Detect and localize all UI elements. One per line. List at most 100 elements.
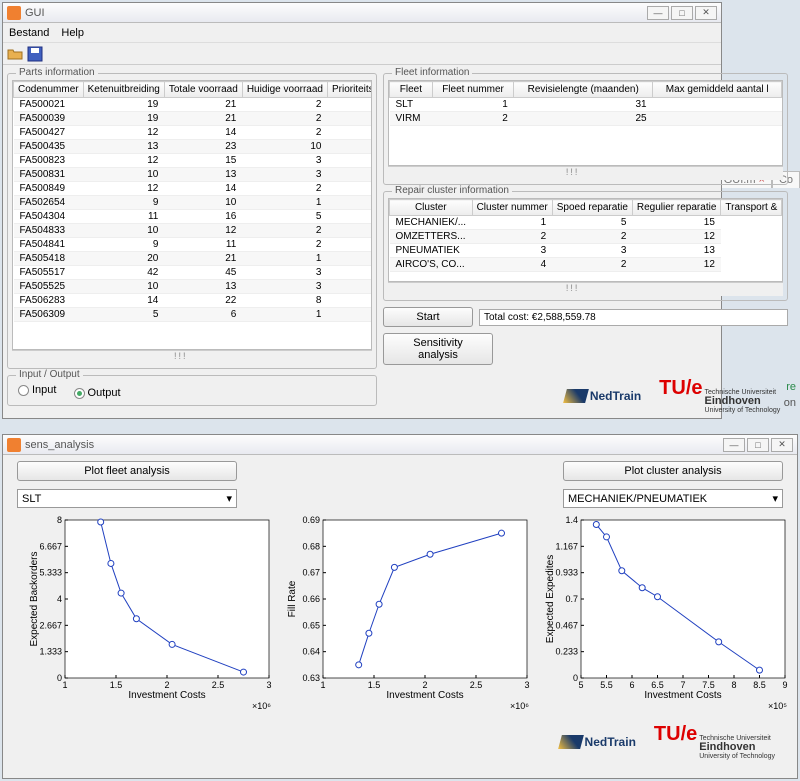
svg-text:Fill Rate: Fill Rate	[287, 580, 298, 617]
table-row[interactable]: FA5055174245326	[14, 266, 373, 280]
col-header[interactable]: Cluster	[390, 200, 473, 216]
svg-text:2: 2	[164, 680, 169, 690]
nedtrain-logo: NedTrain	[560, 735, 636, 749]
menu-help[interactable]: Help	[61, 27, 84, 39]
svg-text:2: 2	[422, 680, 427, 690]
col-header[interactable]: Ketenuitbreiding	[83, 82, 164, 98]
radio-output[interactable]: Output	[74, 387, 121, 399]
svg-text:8: 8	[731, 680, 736, 690]
close-button[interactable]: ✕	[695, 6, 717, 20]
tue-logo: TU/e Technische UniversiteitEindhovenUni…	[659, 377, 780, 414]
svg-text:5.5: 5.5	[600, 680, 613, 690]
plot-cluster-button[interactable]: Plot cluster analysis	[563, 461, 783, 481]
col-header[interactable]: Revisielengte (maanden)	[514, 82, 653, 98]
table-row[interactable]: AIRCO'S, CO...4212	[390, 258, 782, 272]
svg-text:6: 6	[629, 680, 634, 690]
start-button[interactable]: Start	[383, 307, 473, 327]
svg-text:Investment Costs: Investment Costs	[128, 690, 205, 701]
svg-text:0.467: 0.467	[555, 620, 578, 630]
table-row[interactable]: FA50265491015	[14, 196, 373, 210]
minimize-button[interactable]: —	[647, 6, 669, 20]
plot-fleet-button[interactable]: Plot fleet analysis	[17, 461, 237, 481]
table-row[interactable]: FA5043041116511	[14, 210, 373, 224]
sens-titlebar[interactable]: sens_analysis — □ ✕	[3, 435, 797, 455]
svg-text:1.5: 1.5	[368, 680, 381, 690]
table-row[interactable]: PNEUMATIEK3313	[390, 244, 782, 258]
col-header[interactable]: Totale voorraad	[164, 82, 242, 98]
close-button[interactable]: ✕	[771, 438, 793, 452]
col-header[interactable]: Spoed reparatie	[552, 200, 632, 216]
io-label: Input / Output	[16, 369, 83, 380]
fleet-dropdown[interactable]: SLT▾	[17, 489, 237, 508]
svg-text:2.5: 2.5	[470, 680, 483, 690]
cluster-dropdown[interactable]: MECHANIEK/PNEUMATIEK▾	[563, 489, 783, 508]
col-header[interactable]: Codenummer	[14, 82, 84, 98]
svg-text:6.5: 6.5	[651, 680, 664, 690]
table-row[interactable]: FA500831101338	[14, 168, 373, 182]
table-row[interactable]: MECHANIEK/...1515	[390, 216, 782, 230]
menu-bestand[interactable]: Bestand	[9, 27, 49, 39]
table-row[interactable]: SLT131	[390, 98, 782, 112]
col-header[interactable]: Prioriteitsdrempel	[327, 82, 372, 98]
total-cost-field: Total cost: €2,588,559.78	[479, 309, 788, 326]
svg-text:×10⁶: ×10⁶	[252, 701, 271, 711]
fleet-table[interactable]: FleetFleet nummerRevisielengte (maanden)…	[389, 81, 782, 126]
svg-text:1.5: 1.5	[110, 680, 123, 690]
table-row[interactable]: FA5000211921210	[14, 98, 373, 112]
svg-text:6.667: 6.667	[39, 541, 62, 551]
table-row[interactable]: FA5054182021112	[14, 252, 373, 266]
svg-text:1.333: 1.333	[39, 647, 62, 657]
maximize-button[interactable]: □	[747, 438, 769, 452]
table-row[interactable]: FA5062831422813	[14, 294, 373, 308]
col-header[interactable]: Max gemiddeld aantal l	[653, 82, 782, 98]
col-header[interactable]: Transport &	[721, 200, 782, 216]
table-row[interactable]: FA504833101226	[14, 224, 373, 238]
table-row[interactable]: FA50043513231015	[14, 140, 373, 154]
table-row[interactable]: FA5000391921210	[14, 112, 373, 126]
col-header[interactable]: Cluster nummer	[472, 200, 552, 216]
nedtrain-logo: NedTrain	[565, 389, 641, 403]
svg-text:1: 1	[320, 680, 325, 690]
save-icon[interactable]	[27, 46, 43, 62]
parts-groupbox: Parts information CodenummerKetenuitbrei…	[7, 73, 377, 369]
svg-text:2.667: 2.667	[39, 620, 62, 630]
svg-text:0.7: 0.7	[565, 594, 578, 604]
svg-text:3: 3	[266, 680, 271, 690]
maximize-button[interactable]: □	[671, 6, 693, 20]
table-row[interactable]: OMZETTERS...2212	[390, 230, 782, 244]
sensitivity-button[interactable]: Sensitivity analysis	[383, 333, 493, 365]
open-icon[interactable]	[7, 46, 23, 62]
io-groupbox: Input / Output Input Output	[7, 375, 377, 406]
svg-text:7: 7	[680, 680, 685, 690]
repair-label: Repair cluster information	[392, 185, 512, 196]
col-header[interactable]: Huidige voorraad	[242, 82, 327, 98]
table-row[interactable]: FA50484191125	[14, 238, 373, 252]
svg-text:1.4: 1.4	[565, 515, 578, 525]
col-header[interactable]: Fleet	[390, 82, 433, 98]
repair-groupbox: Repair cluster information ClusterCluste…	[383, 191, 788, 301]
col-header[interactable]: Fleet nummer	[432, 82, 514, 98]
parts-table[interactable]: CodenummerKetenuitbreidingTotale voorraa…	[13, 81, 372, 322]
table-row[interactable]: FA500849121429	[14, 182, 373, 196]
svg-text:Investment Costs: Investment Costs	[644, 690, 721, 701]
svg-text:1: 1	[62, 680, 67, 690]
chart: 00.2330.4670.70.9331.1671.455.566.577.58…	[543, 512, 793, 712]
table-row[interactable]: VIRM225	[390, 112, 782, 126]
repair-table[interactable]: ClusterCluster nummerSpoed reparatieRegu…	[389, 199, 782, 272]
radio-input[interactable]: Input	[18, 384, 56, 396]
gui-titlebar[interactable]: GUI — □ ✕	[3, 3, 721, 23]
minimize-button[interactable]: —	[723, 438, 745, 452]
table-row[interactable]: FA5008231215311	[14, 154, 373, 168]
table-row[interactable]: FA505525101330	[14, 280, 373, 294]
table-row[interactable]: FA5004271214210	[14, 126, 373, 140]
col-header[interactable]: Regulier reparatie	[632, 200, 721, 216]
svg-text:7.5: 7.5	[702, 680, 715, 690]
svg-text:1.167: 1.167	[555, 541, 578, 551]
parts-hscroll[interactable]	[12, 350, 372, 364]
app-icon	[7, 438, 21, 452]
table-row[interactable]: FA5063095610	[14, 308, 373, 322]
svg-text:×10⁵: ×10⁵	[768, 701, 787, 711]
fleet-hscroll[interactable]	[388, 166, 783, 180]
svg-text:5: 5	[578, 680, 583, 690]
repair-hscroll[interactable]	[388, 282, 783, 296]
